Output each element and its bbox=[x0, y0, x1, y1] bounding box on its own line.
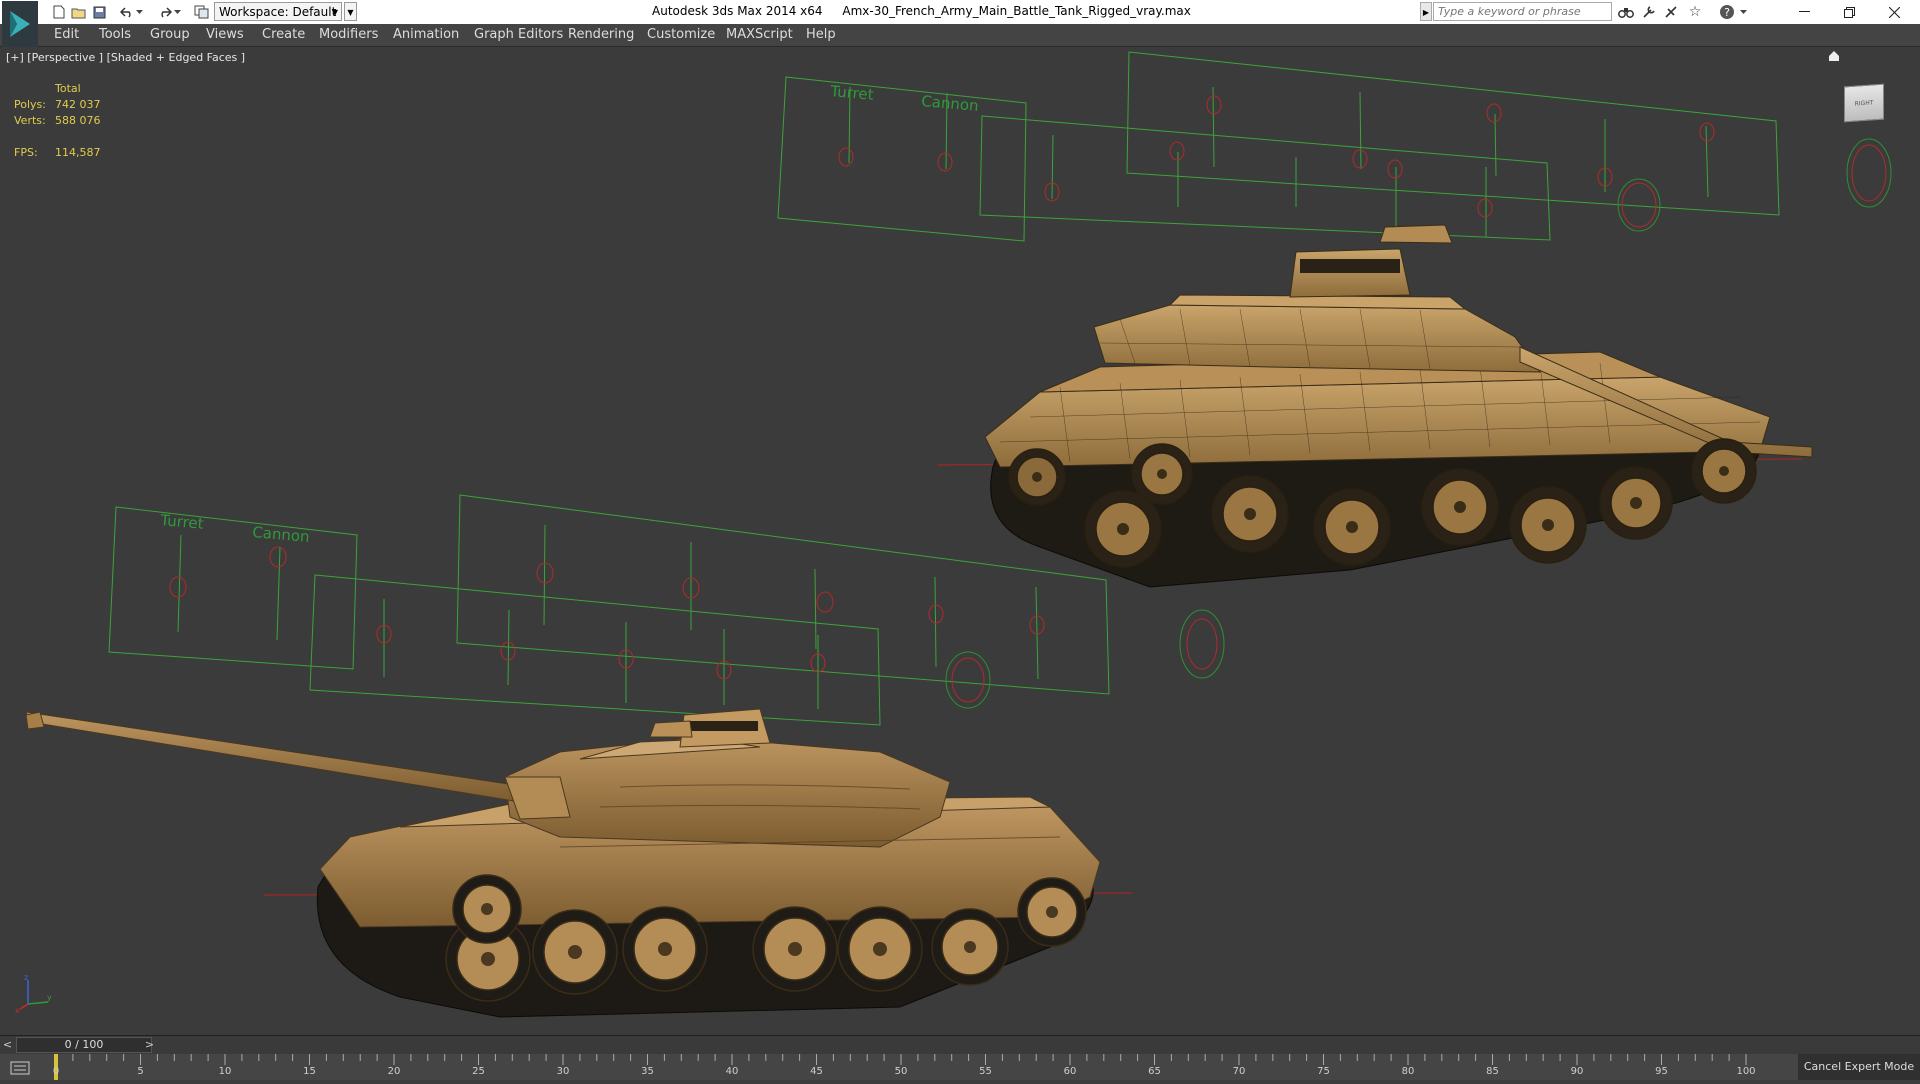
timeline-tick-label: 20 bbox=[387, 1066, 401, 1077]
menu-help[interactable]: Help bbox=[806, 27, 836, 42]
timeline-tick-label: 50 bbox=[894, 1066, 908, 1077]
3dsmax-logo-icon bbox=[10, 11, 30, 37]
timeline-tick-label: 90 bbox=[1570, 1066, 1584, 1077]
search-input[interactable] bbox=[1433, 2, 1612, 21]
menu-modifiers[interactable]: Modifiers bbox=[319, 27, 378, 42]
timeline-tick-label: 5 bbox=[137, 1066, 144, 1077]
menu-customize[interactable]: Customize bbox=[647, 27, 715, 42]
timeline-tick-label: 30 bbox=[556, 1066, 570, 1077]
time-slider-next-button[interactable]: > bbox=[142, 1037, 157, 1053]
timeline-tick-label: 40 bbox=[725, 1066, 739, 1077]
file-name: Amx-30_French_Army_Main_Battle_Tank_Rigg… bbox=[842, 4, 1191, 18]
time-slider-track[interactable] bbox=[166, 1037, 1916, 1053]
frame-display: 0 / 100 bbox=[64, 1038, 104, 1051]
menu-graph-editors[interactable]: Graph Editors bbox=[474, 27, 563, 42]
menu-rendering[interactable]: Rendering bbox=[568, 27, 634, 42]
menu-edit[interactable]: Edit bbox=[54, 27, 79, 42]
menu-maxscript[interactable]: MAXScript bbox=[726, 27, 793, 42]
rig-label-cannon-upper: Cannon bbox=[921, 92, 980, 115]
timeline-tick-label: 15 bbox=[303, 1066, 316, 1077]
title-bar: Workspace: Default ▼ ▼ Autodesk 3ds Max … bbox=[0, 0, 1920, 47]
svg-text:?: ? bbox=[1724, 6, 1730, 19]
search-expand-icon[interactable]: ▶ bbox=[1420, 2, 1432, 21]
menu-create[interactable]: Create bbox=[262, 27, 305, 42]
restore-button[interactable] bbox=[1827, 0, 1872, 24]
save-file-icon[interactable] bbox=[90, 3, 108, 21]
new-file-icon[interactable] bbox=[50, 3, 68, 21]
time-slider-prev-button[interactable]: < bbox=[0, 1037, 15, 1053]
timeline-tick-label: 10 bbox=[218, 1066, 232, 1077]
rig-label-turret-lower: Turret bbox=[159, 511, 205, 533]
timeline-ruler[interactable]: 0 5 10 15 20 25 30 35 40 45 50 55 60 65 70 75 80 85 90 95 10… bbox=[46, 1054, 1806, 1080]
workspace-dropdown[interactable]: Workspace: Default ▼ bbox=[214, 2, 342, 21]
help-icon[interactable]: ? bbox=[1718, 3, 1736, 21]
tank-model-solid[interactable] bbox=[25, 708, 1101, 1018]
axis-z-label: z bbox=[24, 973, 28, 982]
axis-x-label: x bbox=[15, 1006, 20, 1015]
project-folder-icon[interactable] bbox=[192, 3, 210, 21]
window-title: Autodesk 3ds Max 2014 x64 Amx-30_French_… bbox=[652, 4, 1207, 18]
timeline-tick-label: 70 bbox=[1232, 1066, 1246, 1077]
timeline-tick-label: 45 bbox=[810, 1066, 823, 1077]
axis-tripod-icon: z y x bbox=[15, 973, 52, 1015]
timeline-tick-label: 65 bbox=[1148, 1066, 1161, 1077]
rig-label-cannon-lower: Cannon bbox=[252, 523, 311, 546]
tank-model-wireframe[interactable] bbox=[984, 224, 1813, 588]
rig-controls-upper[interactable]: Turret Cannon bbox=[777, 51, 1892, 242]
track-bar: 0 5 10 15 20 25 30 35 40 45 50 55 60 65 70 75 80 85 90 95 10… bbox=[0, 1054, 1920, 1080]
timeline-tick-label: 95 bbox=[1655, 1066, 1668, 1077]
menu-group[interactable]: Group bbox=[150, 27, 190, 42]
menu-animation[interactable]: Animation bbox=[393, 27, 459, 42]
timeline-tick-label: 75 bbox=[1317, 1066, 1330, 1077]
track-bar-menu-icon[interactable] bbox=[8, 1059, 32, 1076]
menu-views[interactable]: Views bbox=[206, 27, 244, 42]
timeline-tick-label: 25 bbox=[472, 1066, 485, 1077]
perspective-viewport[interactable]: [+] [Perspective ] [Shaded + Edged Faces… bbox=[0, 47, 1920, 1035]
scene-canvas: Turret Cannon Turret Cannon z y x bbox=[15, 51, 1892, 1018]
redo-dropdown-icon[interactable] bbox=[172, 3, 182, 21]
cancel-expert-mode-button[interactable]: Cancel Expert Mode bbox=[1798, 1054, 1920, 1080]
binoculars-icon[interactable] bbox=[1617, 3, 1635, 21]
timeline-tick-label: 100 bbox=[1736, 1066, 1756, 1077]
timeline-tick-label: 85 bbox=[1486, 1066, 1499, 1077]
communication-center-icon[interactable] bbox=[1662, 3, 1680, 21]
app-menu-button[interactable] bbox=[2, 1, 38, 47]
cancel-expert-label: Cancel Expert Mode bbox=[1803, 1060, 1915, 1073]
timeline-tick-label: 55 bbox=[979, 1066, 992, 1077]
open-file-icon[interactable] bbox=[70, 3, 88, 21]
rig-label-turret-upper: Turret bbox=[829, 82, 875, 104]
menu-tools[interactable]: Tools bbox=[99, 27, 131, 42]
close-button[interactable] bbox=[1872, 0, 1917, 24]
time-slider-thumb[interactable]: 0 / 100 bbox=[16, 1037, 152, 1053]
time-slider: < 0 / 100 > bbox=[0, 1035, 1920, 1055]
subscription-center-icon[interactable] bbox=[1640, 3, 1658, 21]
app-name: Autodesk 3ds Max 2014 x64 bbox=[652, 4, 823, 18]
timeline-tick-label: 35 bbox=[641, 1066, 654, 1077]
favorites-star-icon[interactable]: ☆ bbox=[1686, 3, 1704, 21]
menu-bar: Edit Tools Group Views Create Modifiers … bbox=[0, 24, 1920, 47]
axis-y-label: y bbox=[47, 993, 52, 1002]
workspace-label: Workspace: Default bbox=[219, 5, 337, 19]
undo-dropdown-icon[interactable] bbox=[134, 3, 144, 21]
minimize-button[interactable] bbox=[1782, 0, 1827, 24]
timeline-tick-label: 60 bbox=[1063, 1066, 1077, 1077]
timeline-tick-label: 0 bbox=[52, 1066, 60, 1077]
help-dropdown-icon[interactable] bbox=[1738, 3, 1748, 21]
chevron-down-icon: ▼ bbox=[331, 8, 338, 17]
timeline-tick-label: 80 bbox=[1401, 1066, 1415, 1077]
quick-access-expand-icon[interactable]: ▼ bbox=[344, 2, 357, 21]
